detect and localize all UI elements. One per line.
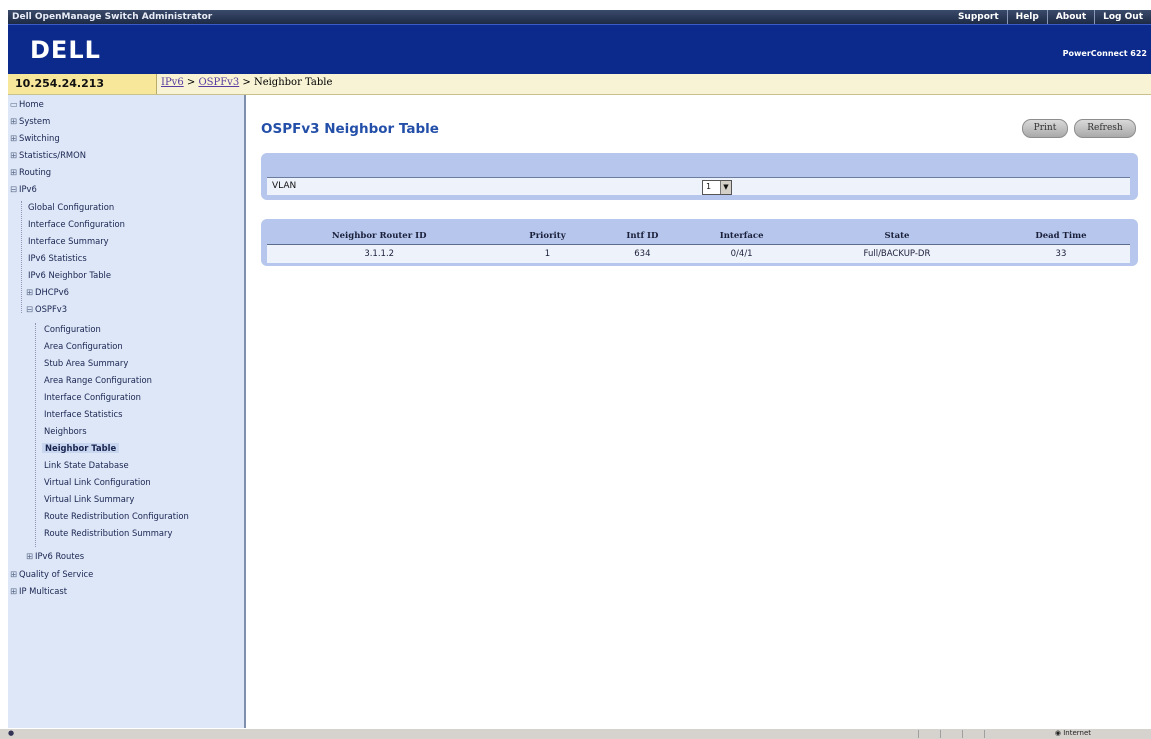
collapse-icon[interactable]: ⊟ bbox=[10, 184, 17, 194]
tree-guide bbox=[35, 323, 36, 547]
tree-ospfv3-route-redistribution-summary[interactable]: Route Redistribution Summary bbox=[44, 528, 172, 538]
tree-ospfv3-neighbors[interactable]: Neighbors bbox=[44, 426, 87, 436]
top-links: Support Help About Log Out bbox=[950, 10, 1151, 24]
column-header: Dead Time bbox=[991, 228, 1130, 245]
tree-ospfv3-virtual-link-summary[interactable]: Virtual Link Summary bbox=[44, 494, 134, 504]
address-bar: 10.254.24.213 IPv6 > OSPFv3 > Neighbor T… bbox=[8, 74, 1151, 95]
column-header: State bbox=[802, 228, 992, 245]
tree-ospfv3[interactable]: ⊟ OSPFv3 bbox=[26, 304, 67, 314]
expand-icon[interactable]: ⊞ bbox=[10, 167, 17, 177]
status-pane bbox=[984, 730, 1003, 738]
internet-zone: ◉ Internet bbox=[1054, 729, 1091, 737]
main-content: OSPFv3 Neighbor Table Print Refresh VLAN… bbox=[246, 95, 1151, 728]
neighbor-table: Neighbor Router ID Priority Intf ID Inte… bbox=[267, 228, 1130, 263]
tree-ospfv3-area-range-configuration[interactable]: Area Range Configuration bbox=[44, 375, 152, 385]
status-pane bbox=[918, 730, 937, 738]
tree-ipv6-interface-summary[interactable]: Interface Summary bbox=[28, 236, 109, 246]
tree-ospfv3-virtual-link-configuration[interactable]: Virtual Link Configuration bbox=[44, 477, 151, 487]
table-row: 3.1.1.2 1 634 0/4/1 Full/BACKUP-DR 33 bbox=[267, 244, 1130, 263]
support-link[interactable]: Support bbox=[950, 10, 1007, 24]
cell-state: Full/BACKUP-DR bbox=[802, 244, 992, 263]
switch-ip: 10.254.24.213 bbox=[8, 74, 157, 94]
tree-ipv6-routes[interactable]: ⊞ IPv6 Routes bbox=[26, 551, 84, 561]
cell-interface: 0/4/1 bbox=[681, 244, 803, 263]
vlan-select-value: 1 bbox=[706, 182, 712, 191]
tree-ipv6-interface-configuration[interactable]: Interface Configuration bbox=[28, 219, 125, 229]
dell-logo: DELL bbox=[30, 36, 101, 64]
column-header: Priority bbox=[491, 228, 604, 245]
tree-switching[interactable]: ⊞ Switching bbox=[10, 133, 60, 143]
print-button[interactable]: Print bbox=[1022, 119, 1068, 138]
neighbor-table-panel: Neighbor Router ID Priority Intf ID Inte… bbox=[261, 219, 1138, 266]
cell-neighbor-router-id: 3.1.1.2 bbox=[267, 244, 492, 263]
tree-ospfv3-interface-configuration[interactable]: Interface Configuration bbox=[44, 392, 141, 402]
tree-ospfv3-stub-area-summary[interactable]: Stub Area Summary bbox=[44, 358, 128, 368]
expand-icon[interactable]: ⊞ bbox=[26, 287, 33, 297]
tree-ip-multicast[interactable]: ⊞ IP Multicast bbox=[10, 586, 67, 596]
vlan-row: VLAN 1 ▼ bbox=[267, 177, 1130, 195]
breadcrumb-current: Neighbor Table bbox=[253, 77, 333, 88]
breadcrumb-separator: > bbox=[239, 77, 254, 88]
tree-ipv6-statistics[interactable]: IPv6 Statistics bbox=[28, 253, 87, 263]
column-header: Neighbor Router ID bbox=[267, 228, 492, 245]
breadcrumb: IPv6 > OSPFv3 > Neighbor Table bbox=[161, 77, 332, 88]
expand-icon[interactable]: ⊞ bbox=[10, 569, 17, 579]
status-pane bbox=[940, 730, 959, 738]
cell-priority: 1 bbox=[491, 244, 604, 263]
column-header: Intf ID bbox=[603, 228, 682, 245]
tree-guide bbox=[21, 201, 22, 313]
brand-band: DELL PowerConnect 622 bbox=[8, 24, 1151, 75]
status-pane bbox=[962, 730, 981, 738]
logout-link[interactable]: Log Out bbox=[1094, 10, 1151, 24]
tree-ospfv3-configuration[interactable]: Configuration bbox=[44, 324, 101, 334]
tree-quality-of-service[interactable]: ⊞ Quality of Service bbox=[10, 569, 93, 579]
tree-dhcpv6[interactable]: ⊞ DHCPv6 bbox=[26, 287, 69, 297]
vlan-filter-panel: VLAN 1 ▼ bbox=[261, 153, 1138, 200]
tree-ospfv3-link-state-database[interactable]: Link State Database bbox=[44, 460, 129, 470]
navigation-tree: ▭Home ⊞ System ⊞ Switching ⊞ Statistics/RMO… bbox=[8, 95, 246, 728]
browser-status-bar: ● ◉ Internet bbox=[0, 728, 1151, 739]
tree-ospfv3-neighbor-table[interactable]: Neighbor Table bbox=[42, 443, 120, 453]
help-link[interactable]: Help bbox=[1006, 10, 1047, 24]
table-header-row: Neighbor Router ID Priority Intf ID Inte… bbox=[267, 228, 1130, 245]
globe-icon: ◉ bbox=[1054, 729, 1064, 737]
tree-ospfv3-route-redistribution-configuration[interactable]: Route Redistribution Configuration bbox=[44, 511, 189, 521]
tree-routing[interactable]: ⊞ Routing bbox=[10, 167, 51, 177]
expand-icon[interactable]: ⊞ bbox=[26, 551, 33, 561]
folder-icon: ▭ bbox=[10, 99, 18, 109]
expand-icon[interactable]: ⊞ bbox=[10, 116, 17, 126]
app-title: Dell OpenManage Switch Administrator bbox=[12, 12, 213, 22]
tree-ospfv3-interface-statistics[interactable]: Interface Statistics bbox=[44, 409, 122, 419]
tree-home[interactable]: ▭Home bbox=[10, 99, 44, 109]
tree-system[interactable]: ⊞ System bbox=[10, 116, 50, 126]
collapse-icon[interactable]: ⊟ bbox=[26, 304, 33, 314]
tree-ipv6-global-configuration[interactable]: Global Configuration bbox=[28, 202, 114, 212]
cell-intf-id: 634 bbox=[603, 244, 682, 263]
vlan-label: VLAN bbox=[272, 181, 297, 191]
vlan-select[interactable]: 1 ▼ bbox=[702, 180, 732, 195]
breadcrumb-separator: > bbox=[183, 77, 199, 88]
expand-icon[interactable]: ⊞ bbox=[10, 133, 17, 143]
refresh-button[interactable]: Refresh bbox=[1074, 119, 1136, 138]
chevron-down-icon[interactable]: ▼ bbox=[720, 181, 731, 194]
product-name: PowerConnect 622 bbox=[1062, 49, 1147, 58]
breadcrumb-ospfv3-link[interactable]: OSPFv3 bbox=[198, 77, 239, 88]
breadcrumb-ipv6-link[interactable]: IPv6 bbox=[161, 77, 184, 88]
column-header: Interface bbox=[681, 228, 803, 245]
browser-status-icon: ● bbox=[8, 729, 15, 737]
tree-ipv6-neighbor-table[interactable]: IPv6 Neighbor Table bbox=[28, 270, 111, 280]
about-link[interactable]: About bbox=[1046, 10, 1094, 24]
cell-dead-time: 33 bbox=[991, 244, 1130, 263]
tree-ipv6[interactable]: ⊟ IPv6 bbox=[10, 184, 37, 194]
top-bar: Dell OpenManage Switch Administrator Sup… bbox=[8, 10, 1151, 24]
tree-statistics-rmon[interactable]: ⊞ Statistics/RMON bbox=[10, 150, 86, 160]
page-title: OSPFv3 Neighbor Table bbox=[261, 121, 439, 137]
expand-icon[interactable]: ⊞ bbox=[10, 150, 17, 160]
expand-icon[interactable]: ⊞ bbox=[10, 586, 17, 596]
tree-ospfv3-area-configuration[interactable]: Area Configuration bbox=[44, 341, 123, 351]
